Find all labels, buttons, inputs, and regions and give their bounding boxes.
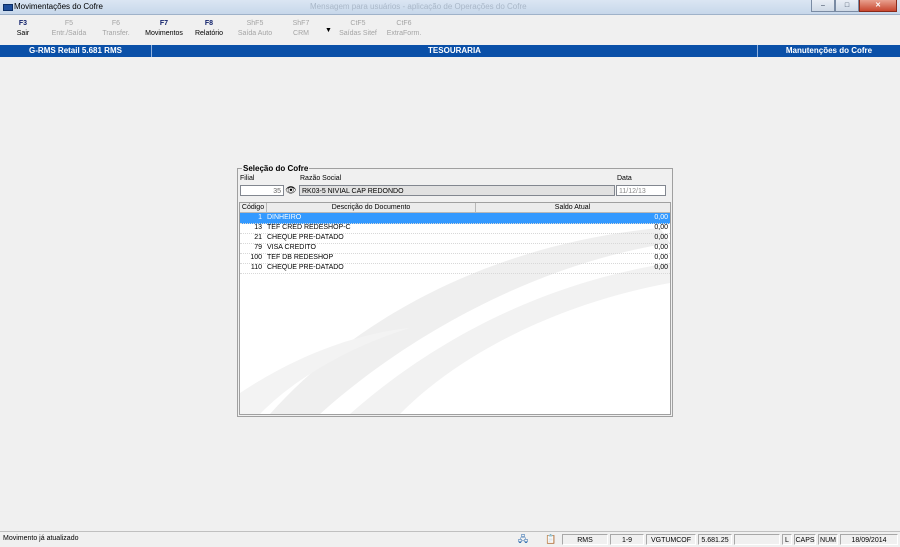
close-button[interactable]: ✕ — [859, 0, 897, 12]
toolbar-label: Entr./Saída — [51, 30, 87, 37]
toolbar-button-extraform[interactable]: CtF6 ExtraForm. — [384, 19, 424, 39]
cell-codigo: 13 — [254, 224, 262, 231]
toolbar-label: ExtraForm. — [386, 30, 422, 37]
toolbar-key: F6 — [111, 20, 121, 27]
status-message: Movimento já atualizado — [3, 535, 79, 542]
cofre-grid[interactable]: Código Descrição do Documento Saldo Atua… — [239, 202, 671, 415]
cell-codigo: 21 — [254, 234, 262, 241]
toolbar-button-relatorio[interactable]: F8 Relatório — [189, 19, 229, 39]
toolbar-dropdown-arrow-icon[interactable]: ▼ — [325, 27, 332, 34]
status-range: 1-9 — [610, 534, 644, 545]
cell-saldo: 0,00 — [654, 214, 668, 221]
cell-codigo: 100 — [250, 254, 262, 261]
status-user: RMS — [562, 534, 608, 545]
window-title: Movimentações do Cofre — [14, 2, 103, 11]
cell-descricao: CHEQUE PRE-DATADO — [267, 264, 344, 271]
clipboard-icon[interactable]: 📋 — [545, 533, 556, 546]
cell-descricao: TEF DB REDESHOP — [267, 254, 334, 261]
data-field[interactable]: 11/12/13 — [616, 185, 666, 196]
cell-saldo: 0,00 — [654, 234, 668, 241]
toolbar-key: F3 — [18, 20, 28, 27]
toolbar-key: ShF5 — [246, 20, 264, 27]
toolbar-label: Relatório — [194, 30, 223, 37]
toolbar-button-crm[interactable]: ShF7 CRM — [281, 19, 321, 39]
cell-descricao: DINHEIRO — [267, 214, 302, 221]
razao-social-label: Razão Social — [300, 175, 342, 182]
status-version: 5.681.25 — [698, 534, 732, 545]
header-band: G-RMS Retail 5.681 RMS TESOURARIA Manute… — [0, 45, 900, 57]
window-controls: – □ ✕ — [811, 0, 897, 13]
cell-descricao: VISA CREDITO — [267, 244, 316, 251]
toolbar-key: F8 — [204, 20, 214, 27]
screen-title: Manutenções do Cofre — [785, 46, 873, 55]
status-caps: CAPS — [794, 534, 816, 545]
toolbar-key: ShF7 — [292, 20, 310, 27]
filial-label: Filial — [240, 175, 255, 182]
toolbar-button-movimentos[interactable]: F7 Movimentos — [142, 19, 186, 39]
column-header-saldo[interactable]: Saldo Atual — [476, 203, 669, 212]
toolbar-label: Saída Auto — [237, 30, 273, 37]
toolbar-label: Sair — [16, 30, 30, 37]
data-label: Data — [617, 175, 632, 182]
toolbar-button-transfer[interactable]: F6 Transfer. — [96, 19, 136, 39]
toolbar-label: Movimentos — [145, 30, 183, 37]
module-title: TESOURARIA — [152, 45, 758, 57]
toolbar-button-sair[interactable]: F3 Sair — [3, 19, 43, 39]
cell-codigo: 1 — [258, 214, 262, 221]
cell-saldo: 0,00 — [654, 224, 668, 231]
cell-descricao: CHEQUE PRE-DATADO — [267, 234, 344, 241]
cell-descricao: TEF CRED REDESHOP-C — [267, 224, 351, 231]
status-bar: Movimento já atualizado 🖧 📋 RMS 1-9 VGTU… — [0, 531, 900, 547]
status-l: L — [782, 534, 792, 545]
status-date: 18/09/2014 — [840, 534, 898, 545]
table-row[interactable]: 110 CHEQUE PRE-DATADO 0,00 — [240, 263, 670, 274]
toolbar-button-entr-saida[interactable]: F5 Entr./Saída — [49, 19, 89, 39]
cell-codigo: 110 — [250, 264, 262, 271]
grid-header: Código Descrição do Documento Saldo Atua… — [240, 203, 670, 213]
status-blank — [734, 534, 780, 545]
filial-field[interactable]: 35 — [240, 185, 284, 196]
app-icon — [3, 4, 13, 11]
toolbar-label: Transfer. — [102, 30, 130, 37]
ghost-window-title: Mensagem para usuários - aplicação de Op… — [310, 2, 527, 11]
maximize-button[interactable]: □ — [835, 0, 859, 12]
cell-saldo: 0,00 — [654, 244, 668, 251]
toolbar-key: CtF6 — [396, 20, 412, 27]
toolbar-button-saida-auto[interactable]: ShF5 Saída Auto — [235, 19, 275, 39]
status-num: NUM — [818, 534, 838, 545]
minimize-button[interactable]: – — [811, 0, 835, 12]
razao-social-field: RK03-5 NIVIAL CAP REDONDO — [299, 185, 615, 196]
panel-legend: Seleção do Cofre — [242, 164, 310, 173]
toolbar-label: CRM — [293, 30, 309, 37]
toolbar: F3 Sair F5 Entr./Saída F6 Transfer. F7 M… — [0, 15, 900, 44]
toolbar-key: F5 — [64, 20, 74, 27]
column-header-descricao[interactable]: Descrição do Documento — [267, 203, 476, 212]
title-bar: Movimentações do Cofre Mensagem para usu… — [0, 0, 900, 15]
network-icon: 🖧 — [518, 534, 529, 544]
search-binoculars-icon[interactable]: 👁 — [285, 185, 297, 196]
cell-saldo: 0,00 — [654, 264, 668, 271]
column-header-codigo[interactable]: Código — [240, 203, 267, 212]
toolbar-button-saidas-sitef[interactable]: CtF5 Saídas Sitef — [338, 19, 378, 39]
toolbar-key: CtF5 — [350, 20, 366, 27]
product-version: G-RMS Retail 5.681 RMS — [0, 45, 152, 57]
toolbar-label: Saídas Sitef — [339, 30, 377, 37]
toolbar-key: F7 — [159, 20, 169, 27]
cell-codigo: 79 — [254, 244, 262, 251]
cell-saldo: 0,00 — [654, 254, 668, 261]
status-program: VGTUMCOF — [646, 534, 696, 545]
